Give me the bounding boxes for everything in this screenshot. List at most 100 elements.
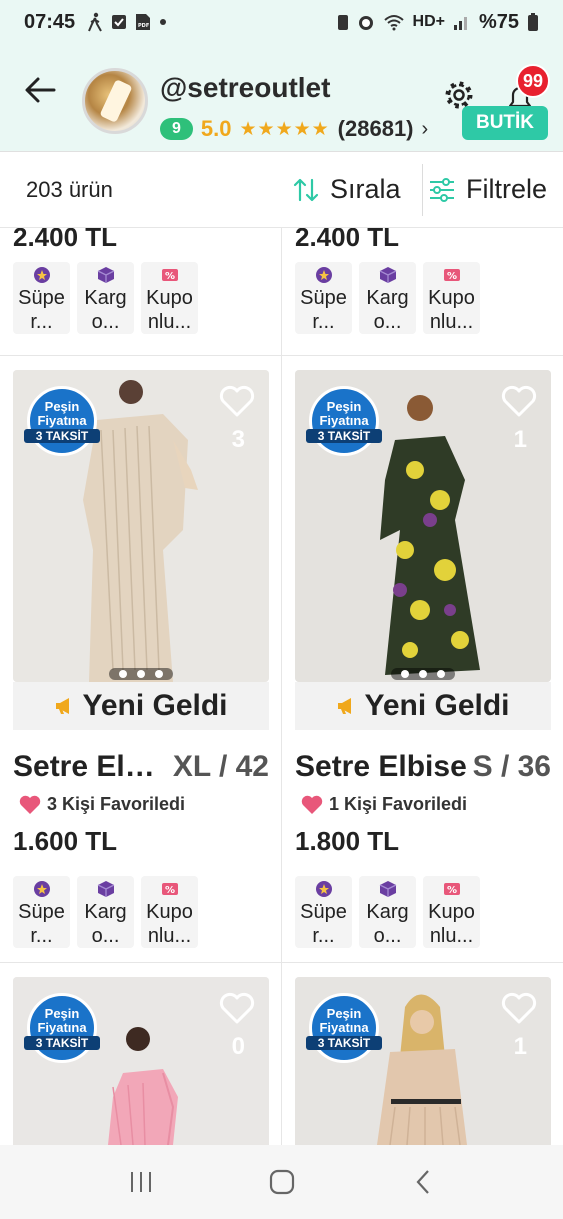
store-name[interactable]: @setreoutlet [160, 72, 330, 104]
favorites-text: 1 Kişi Favoriledi [329, 794, 468, 814]
heart-icon[interactable] [219, 991, 255, 1025]
image-carousel-dots[interactable] [109, 668, 173, 680]
heart-filled-icon [19, 795, 41, 814]
feature-super-seller[interactable]: Süpe r... [295, 876, 352, 948]
coupon-icon: % [443, 269, 460, 282]
product-price: 1.800 TL [295, 826, 400, 856]
butik-tag: BUTİK [462, 106, 548, 140]
product-size: XL / 42 [172, 750, 269, 783]
new-arrival-label: Yeni Geldi [82, 689, 228, 722]
network-type: HD+ [412, 13, 445, 30]
recent-apps-icon [130, 1172, 151, 1192]
walking-icon [88, 12, 103, 32]
product-image[interactable]: Peşin Fiyatına 3 TAKSİT 3 [13, 370, 269, 682]
wifi-icon [383, 15, 404, 31]
heart-icon[interactable] [501, 991, 537, 1025]
favorite-count: 0 [231, 1033, 245, 1060]
signal-icon [453, 17, 467, 30]
taksit-badge: Peşin Fiyatına 3 TAKSİT [306, 993, 382, 1063]
taksit-line: Fiyatına [37, 412, 87, 428]
feature-coupon[interactable]: % Kupo nlu... [141, 262, 198, 334]
filter-bar: 203 ürün Sırala Filtrele [0, 152, 563, 228]
heart-icon[interactable] [501, 384, 537, 418]
system-navigation-bar [0, 1145, 563, 1219]
taksit-line: Peşin [44, 1005, 80, 1021]
svg-text:%: % [165, 885, 175, 896]
recent-apps-button[interactable] [121, 1162, 161, 1202]
feature-label: Süpe r... [300, 287, 347, 333]
product-grid: 2.400 TL Süpe r... Karg o... % Kupo nlu.… [0, 228, 563, 1145]
coupon-icon: % [161, 269, 178, 282]
product-count: 203 ürün [26, 176, 113, 202]
feature-label: Kupo nlu... [428, 287, 475, 333]
feature-label: Kupo nlu... [146, 901, 193, 947]
feature-coupon[interactable]: % Kupo nlu... [141, 876, 198, 948]
feature-label: Karg o... [366, 901, 409, 947]
feature-label: Karg o... [366, 287, 409, 333]
feature-super-seller[interactable]: Süpe r... [13, 876, 70, 948]
feature-cargo[interactable]: Karg o... [359, 262, 416, 334]
back-chevron-icon [416, 1170, 429, 1194]
feature-label: Kupo nlu... [428, 901, 475, 947]
product-price: 1.600 TL [13, 826, 118, 856]
feature-super-seller[interactable]: Süpe r... [13, 262, 70, 334]
heart-icon[interactable] [219, 384, 255, 418]
favorite-count: 1 [513, 1033, 527, 1060]
favorite-count: 3 [231, 426, 245, 453]
battery-saver-icon [337, 15, 348, 30]
feature-cargo[interactable]: Karg o... [359, 876, 416, 948]
store-avatar[interactable] [82, 68, 148, 134]
feature-label: Süpe r... [18, 901, 65, 947]
svg-text:%: % [447, 885, 457, 896]
feature-coupon[interactable]: % Kupo nlu... [423, 876, 480, 948]
product-image[interactable]: Peşin Fiyatına 3 TAKSİT 0 [13, 977, 269, 1145]
super-seller-icon [33, 881, 50, 897]
home-icon [269, 1169, 294, 1195]
cargo-box-icon [97, 881, 114, 897]
cargo-box-icon [379, 881, 396, 897]
feature-cargo[interactable]: Karg o... [77, 876, 134, 948]
taksit-line: Peşin [326, 398, 362, 414]
new-arrival-label: Yeni Geldi [364, 689, 510, 722]
rating-score: 5.0 [200, 116, 232, 141]
coupon-icon: % [443, 883, 460, 896]
taksit-badge: Peşin Fiyatına 3 TAKSİT [24, 386, 100, 456]
taksit-badge: Peşin Fiyatına 3 TAKSİT [306, 386, 382, 456]
svg-text:%: % [165, 271, 175, 282]
status-time: 07:45 [24, 10, 76, 33]
product-image[interactable]: Peşin Fiyatına 3 TAKSİT 1 [295, 370, 551, 682]
status-notification-icons: PDF [87, 12, 167, 32]
feature-label: Karg o... [84, 901, 127, 947]
product-title-row[interactable]: Setre Elbise S / 36 [295, 750, 551, 784]
product-title-row[interactable]: Setre Elbise XL / 42 [13, 750, 269, 784]
taksit-badge: Peşin Fiyatına 3 TAKSİT [24, 993, 100, 1063]
sort-button[interactable]: Sırala [292, 174, 401, 205]
product-image[interactable]: Peşin Fiyatına 3 TAKSİT 1 [295, 977, 551, 1145]
battery-percentage: %75 [478, 10, 519, 33]
taksit-line: 3 TAKSİT [306, 1035, 382, 1050]
notification-badge: 99 [516, 64, 550, 98]
taksit-line: Peşin [44, 398, 80, 414]
image-carousel-dots[interactable] [391, 668, 455, 680]
new-arrival-banner: Yeni Geldi [13, 682, 269, 730]
store-rating-row[interactable]: 9 5.0 ★★★★★ (28681) › [160, 116, 428, 142]
product-card[interactable]: Peşin Fiyatına 3 TAKSİT 3 Yeni Geldi Set… [13, 370, 269, 948]
home-button[interactable] [262, 1162, 302, 1202]
feature-super-seller[interactable]: Süpe r... [295, 262, 352, 334]
taksit-line: 3 TAKSİT [24, 428, 100, 443]
feature-coupon[interactable]: % Kupo nlu... [423, 262, 480, 334]
store-header: @setreoutlet 9 5.0 ★★★★★ (28681) › 99 BU… [0, 44, 563, 152]
filter-button[interactable]: Filtrele [428, 174, 547, 205]
product-card[interactable]: Peşin Fiyatına 3 TAKSİT 1 Yeni Geldi Set… [295, 370, 551, 948]
feature-cargo[interactable]: Karg o... [77, 262, 134, 334]
product-size: S / 36 [472, 750, 551, 783]
alarm-icon [358, 16, 373, 30]
megaphone-icon [56, 698, 70, 714]
favorite-count: 1 [513, 426, 527, 453]
cargo-box-icon [379, 267, 396, 283]
svg-text:%: % [447, 271, 457, 282]
back-button[interactable] [403, 1162, 443, 1202]
favorites-line: 3 Kişi Favoriledi [19, 794, 185, 815]
back-arrow-icon[interactable] [22, 72, 58, 108]
taksit-line: Fiyatına [319, 412, 369, 428]
